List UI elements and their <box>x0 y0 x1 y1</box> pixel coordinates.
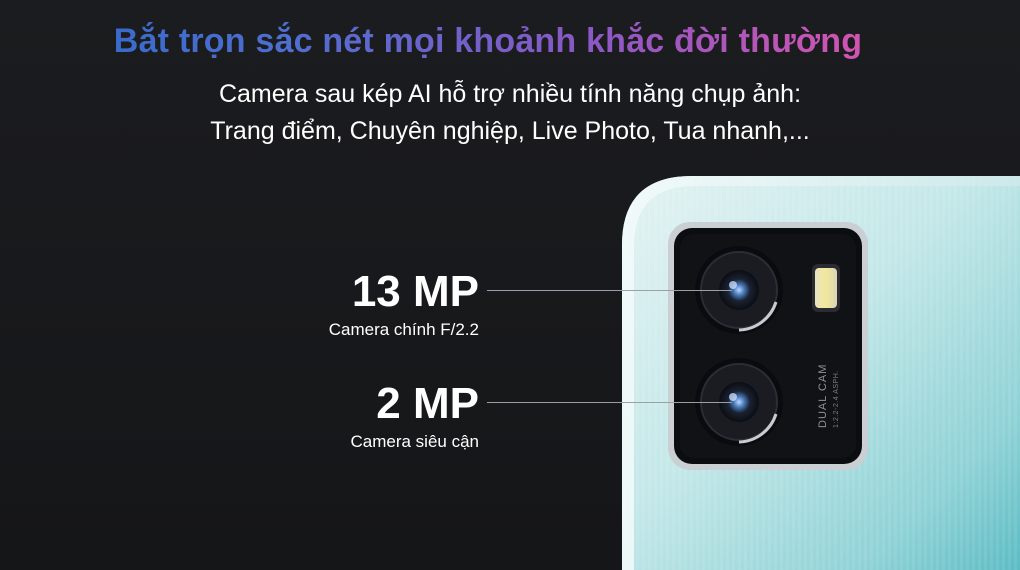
macro-camera-leader-line <box>487 402 732 403</box>
macro-camera-label: 2 MP Camera siêu cận <box>350 380 479 452</box>
headline: Bắt trọn sắc nét mọi khoảnh khắc đời thư… <box>0 22 976 61</box>
subline-1: Camera sau kép AI hỗ trợ nhiều tính năng… <box>218 80 802 108</box>
main-camera-label: 13 MP Camera chính F/2.2 <box>329 268 479 340</box>
flash-led <box>812 264 840 312</box>
product-banner: DUAL CAM 1:2.2-2.4 ASPH. Bắt trọn sắc né… <box>0 0 1020 570</box>
module-text-line2: 1:2.2-2.4 ASPH. <box>833 370 840 428</box>
macro-camera-description: Camera siêu cận <box>350 432 479 451</box>
module-text-line1: DUAL CAM <box>817 364 829 428</box>
subline-2: Trang điểm, Chuyên nghiệp, Live Photo, T… <box>210 117 810 145</box>
main-camera-resolution: 13 MP <box>351 267 479 316</box>
main-camera-leader-line <box>487 290 732 291</box>
macro-camera-resolution: 2 MP <box>376 379 479 428</box>
main-camera-description: Camera chính F/2.2 <box>328 320 479 339</box>
